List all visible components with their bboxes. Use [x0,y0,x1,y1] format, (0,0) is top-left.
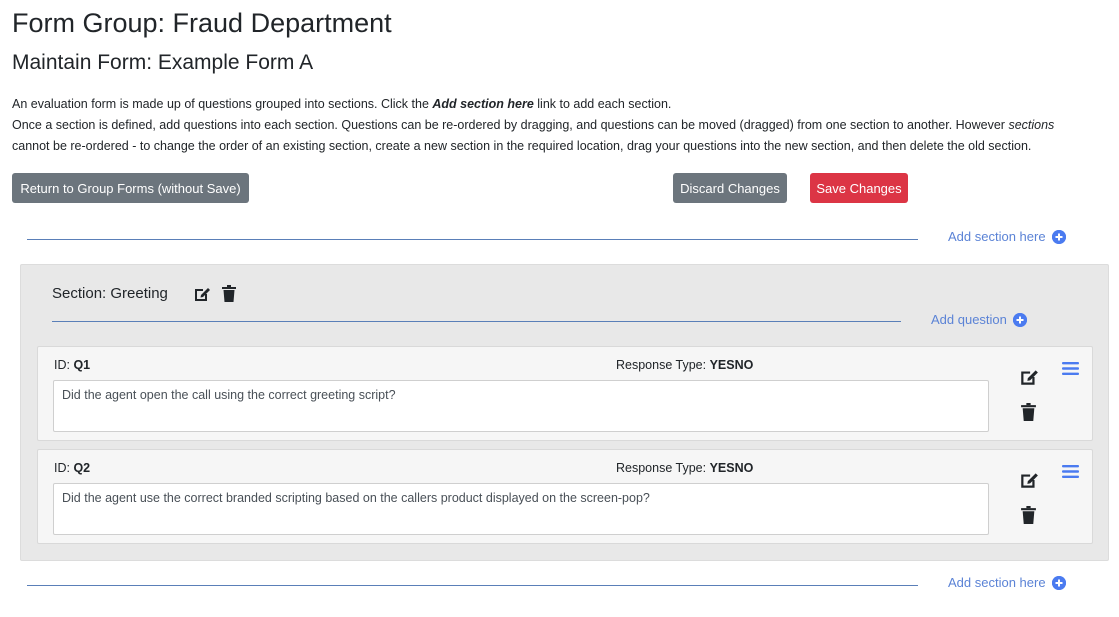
drag-handle-icon[interactable] [1061,463,1079,479]
delete-question-trash-icon[interactable] [1019,401,1037,423]
question-id: ID: Q1 [54,358,91,372]
edit-section-icon[interactable] [192,284,212,304]
instructions-line-2: Once a section is defined, add questions… [12,118,1055,132]
plus-circle-icon [1051,575,1066,590]
add-question-divider [52,321,901,322]
add-question-link[interactable]: Add question [931,312,1027,327]
delete-question-trash-icon[interactable] [1019,504,1037,526]
plus-circle-icon [1012,312,1027,327]
question-response-type: Response Type: YESNO [616,461,754,475]
instructions-line-1: An evaluation form is made up of questio… [12,97,672,111]
question-response-type: Response Type: YESNO [616,358,754,372]
section-greeting: Section: Greeting Add question ID: Q1 Re… [20,264,1109,561]
instructions: An evaluation form is made up of questio… [12,94,1112,157]
question-text-input[interactable]: Did the agent use the correct branded sc… [53,483,989,535]
save-changes-button[interactable]: Save Changes [810,173,908,203]
plus-circle-icon [1051,229,1066,244]
add-section-link-bottom[interactable]: Add section here [948,575,1066,590]
return-to-group-forms-button[interactable]: Return to Group Forms (without Save) [12,173,249,203]
question-text-input[interactable]: Did the agent open the call using the co… [53,380,989,432]
add-section-link-top[interactable]: Add section here [948,229,1066,244]
page-title: Form Group: Fraud Department [12,8,392,38]
drag-handle-icon[interactable] [1061,360,1079,376]
delete-section-trash-icon[interactable] [220,283,238,303]
section-divider-bottom [27,585,918,586]
question-card-q1[interactable]: ID: Q1 Response Type: YESNO Did the agen… [37,346,1093,441]
page-subtitle: Maintain Form: Example Form A [12,51,314,74]
edit-question-icon[interactable] [1018,366,1040,388]
section-divider-top [27,239,918,240]
edit-question-icon[interactable] [1018,469,1040,491]
question-card-q2[interactable]: ID: Q2 Response Type: YESNO Did the agen… [37,449,1093,544]
question-id: ID: Q2 [54,461,91,475]
section-title: Section: Greeting [52,285,168,302]
instructions-line-3: cannot be re-ordered - to change the ord… [12,139,1032,153]
discard-changes-button[interactable]: Discard Changes [673,173,787,203]
